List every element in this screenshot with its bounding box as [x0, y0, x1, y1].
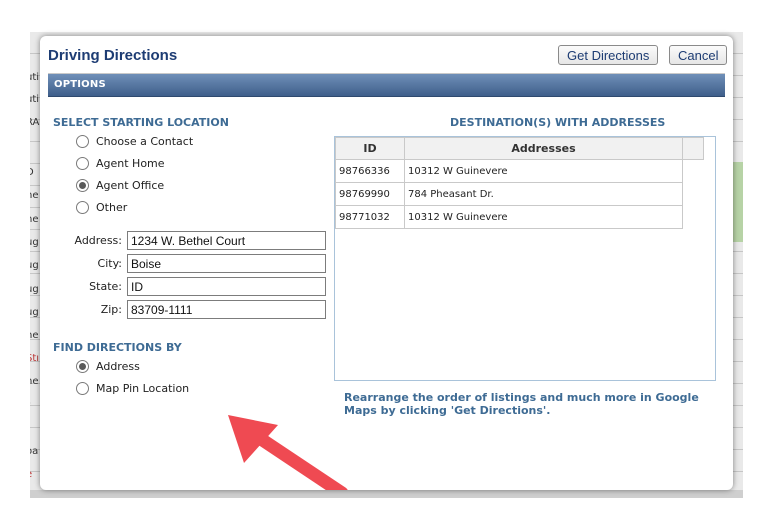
- background-fragment: ne: [30, 376, 39, 387]
- radio-button[interactable]: [76, 157, 89, 170]
- column-header-addresses[interactable]: Addresses: [404, 137, 683, 160]
- cell-id: 98769990: [335, 182, 405, 206]
- cell-address: 784 Pheasant Dr.: [404, 182, 683, 206]
- starting-location-heading: SELECT STARTING LOCATION: [53, 116, 229, 129]
- cell-address: 10312 W Guinevere: [404, 205, 683, 229]
- options-header-bar: OPTIONS: [48, 74, 725, 97]
- zip-label: Zip:: [100, 303, 122, 316]
- background-fragment: ne: [30, 214, 39, 225]
- cell-spacer: [683, 206, 704, 229]
- driving-directions-dialog: Driving Directions Get Directions Cancel…: [40, 36, 733, 490]
- cell-address: 10312 W Guinevere: [404, 159, 683, 183]
- background-fragment: uti: [30, 94, 40, 105]
- radio-button-selected[interactable]: [76, 360, 89, 373]
- radio-button[interactable]: [76, 382, 89, 395]
- address-field[interactable]: [127, 231, 326, 250]
- destinations-table-panel: ID Addresses 98766336 10312 W Guinevere …: [334, 136, 716, 381]
- background-fragment: Stı: [30, 353, 40, 364]
- column-header-id[interactable]: ID: [335, 137, 405, 160]
- background-fragment: ne: [30, 330, 39, 341]
- radio-label: Map Pin Location: [96, 382, 190, 395]
- cancel-button[interactable]: Cancel: [669, 45, 728, 65]
- city-label: City:: [97, 257, 122, 270]
- background-fragment: ug: [30, 307, 39, 318]
- table-row[interactable]: 98769990 784 Pheasant Dr.: [335, 182, 704, 206]
- zip-field[interactable]: [127, 300, 326, 319]
- radio-label: Agent Office: [96, 179, 165, 192]
- radio-button[interactable]: [76, 135, 89, 148]
- radio-label: Other: [96, 201, 128, 214]
- cell-spacer: [683, 160, 704, 183]
- state-field[interactable]: [127, 277, 326, 296]
- background-fragment: ug: [30, 237, 39, 248]
- red-arrow-icon: [228, 415, 348, 490]
- table-header-row: ID Addresses: [335, 137, 704, 160]
- google-maps-note: Rearrange the order of listings and much…: [344, 391, 699, 417]
- dialog-title: Driving Directions: [48, 47, 178, 64]
- cell-spacer: [683, 183, 704, 206]
- background-fragment: e: [30, 469, 32, 480]
- radio-label: Address: [96, 360, 140, 373]
- find-directions-heading: FIND DIRECTIONS BY: [53, 341, 182, 354]
- radio-button-selected[interactable]: [76, 179, 89, 192]
- radio-button[interactable]: [76, 201, 89, 214]
- table-row[interactable]: 98771032 10312 W Guinevere: [335, 205, 704, 229]
- table-row[interactable]: 98766336 10312 W Guinevere: [335, 159, 704, 183]
- background-fragment: uti: [30, 72, 40, 83]
- background-fragment: ne: [30, 190, 39, 201]
- cell-id: 98766336: [335, 159, 405, 183]
- background-fragment: RA: [30, 117, 40, 128]
- options-label: OPTIONS: [54, 79, 106, 90]
- radio-label: Choose a Contact: [96, 135, 194, 148]
- city-field[interactable]: [127, 254, 326, 273]
- destinations-table: ID Addresses 98766336 10312 W Guinevere …: [335, 137, 704, 229]
- cell-id: 98771032: [335, 205, 405, 229]
- background-fragment: ug: [30, 260, 39, 271]
- column-header-spacer: [682, 137, 704, 160]
- get-directions-button[interactable]: Get Directions: [558, 45, 659, 65]
- background-footer: [30, 490, 743, 498]
- state-label: State:: [89, 280, 122, 293]
- background-fragment: ug: [30, 284, 39, 295]
- background-fragment: oa: [30, 446, 39, 457]
- destinations-heading: DESTINATION(S) WITH ADDRESSES: [450, 116, 666, 129]
- radio-label: Agent Home: [96, 157, 165, 170]
- address-label: Address:: [74, 234, 122, 247]
- background-fragment: D: [30, 167, 34, 178]
